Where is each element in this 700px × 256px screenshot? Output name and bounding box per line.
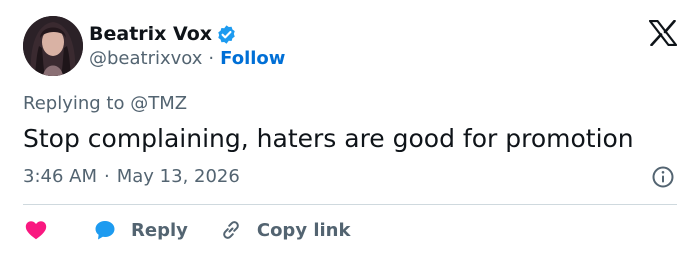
- display-name[interactable]: Beatrix Vox: [89, 22, 212, 46]
- replying-to-mention[interactable]: @TMZ: [130, 93, 187, 114]
- heart-icon: [25, 221, 47, 240]
- replying-prefix: Replying to: [23, 93, 125, 114]
- copy-link-button[interactable]: Copy link: [219, 218, 351, 242]
- tweet-time[interactable]: 3:46 AM: [23, 165, 97, 189]
- speech-bubble-icon: [95, 221, 115, 240]
- info-icon[interactable]: [651, 165, 675, 189]
- divider: [23, 204, 677, 205]
- copy-link-label: Copy link: [256, 219, 351, 241]
- tweet-text: Stop complaining, haters are good for pr…: [23, 124, 634, 153]
- reply-button[interactable]: Reply: [93, 218, 188, 242]
- follow-button[interactable]: Follow: [220, 47, 285, 71]
- handle-row: @beatrixvox · Follow: [89, 47, 285, 71]
- like-button[interactable]: [23, 215, 49, 245]
- action-bar: Reply Copy link: [23, 215, 350, 245]
- avatar[interactable]: [23, 16, 83, 76]
- handle-separator: ·: [208, 48, 215, 69]
- replying-to-line: Replying to @TMZ: [23, 92, 187, 116]
- timestamp-separator: ·: [104, 166, 110, 187]
- author-handle[interactable]: @beatrixvox: [89, 47, 202, 71]
- link-icon: [223, 221, 239, 239]
- tweet-timestamp[interactable]: 3:46 AM · May 13, 2026: [23, 165, 240, 189]
- author-name-row: Beatrix Vox: [89, 22, 237, 46]
- verified-badge-icon: [216, 24, 237, 45]
- tweet-date[interactable]: May 13, 2026: [117, 165, 240, 189]
- x-logo-icon[interactable]: [648, 19, 678, 47]
- reply-label: Reply: [131, 219, 188, 241]
